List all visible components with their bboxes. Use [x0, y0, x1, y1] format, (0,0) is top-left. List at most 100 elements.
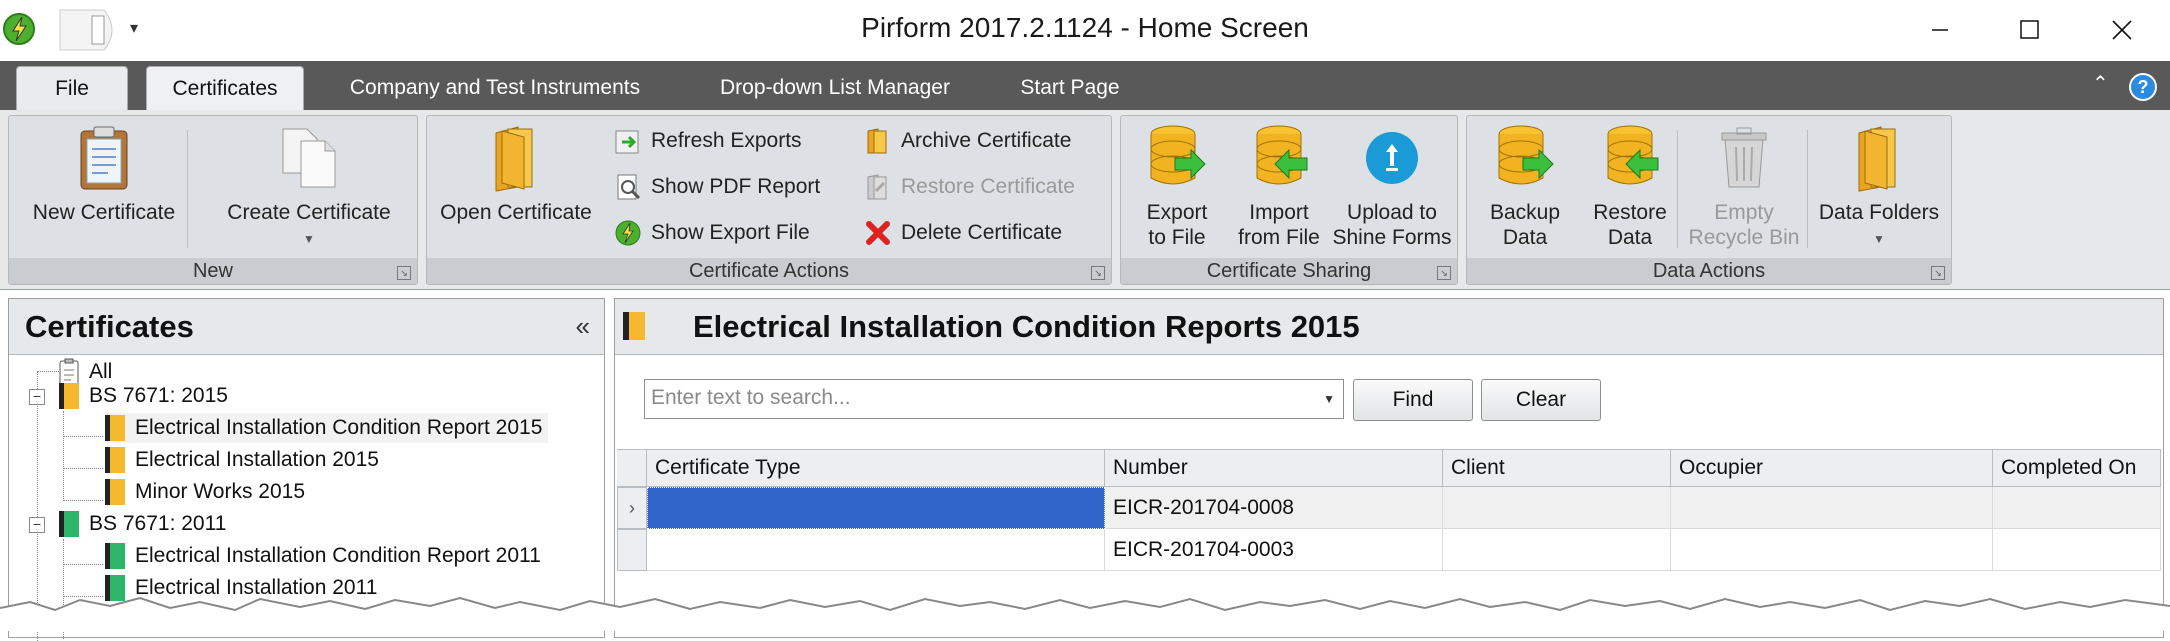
tab-file[interactable]: File — [16, 66, 128, 110]
certificates-navigation-panel: Certificates « All − BS 7671: 2015 Elect… — [8, 298, 605, 641]
column-header-number[interactable]: Number — [1105, 449, 1443, 487]
data-folders-button[interactable]: Data Folders ▼ — [1811, 122, 1947, 252]
restore-data-button[interactable]: Restore Data — [1575, 122, 1685, 250]
restore-certificate-button[interactable]: Restore Certificate — [863, 172, 1075, 202]
refresh-exports-label: Refresh Exports — [651, 129, 802, 152]
ribbon-tab-bar: File Certificates Company and Test Instr… — [0, 61, 2170, 110]
help-icon[interactable]: ? — [2128, 72, 2158, 107]
table-row-cell-client[interactable] — [1443, 529, 1671, 571]
find-button[interactable]: Find — [1353, 379, 1473, 421]
database-export-icon — [1147, 122, 1207, 194]
open-folder-icon — [486, 122, 546, 194]
empty-recycle-bin-button[interactable]: Empty Recycle Bin — [1679, 122, 1809, 250]
backup-data-button[interactable]: Backup Data — [1475, 122, 1575, 250]
maximize-button[interactable] — [2000, 8, 2060, 52]
tree-line — [63, 411, 64, 501]
show-export-file-button[interactable]: Show Export File — [613, 218, 810, 248]
tab-certificates[interactable]: Certificates — [146, 66, 304, 110]
close-button[interactable] — [2092, 8, 2152, 52]
search-input[interactable] — [645, 380, 1295, 416]
import-from-file-label: Import from File — [1238, 201, 1320, 249]
maximize-icon — [2020, 20, 2039, 39]
tree-line — [37, 371, 59, 372]
database-restore-icon — [1600, 122, 1660, 194]
tag-2015-icon — [623, 311, 645, 346]
folders-icon — [1849, 122, 1909, 194]
table-row-cell-certificate-type[interactable] — [647, 487, 1105, 529]
column-header-completed-on[interactable]: Completed On — [1993, 449, 2161, 487]
create-certificate-label: Create Certificate — [227, 201, 391, 224]
import-from-file-button[interactable]: Import from File — [1229, 122, 1329, 250]
tag-2015-icon — [105, 446, 125, 474]
table-row-cell-client[interactable] — [1443, 487, 1671, 529]
tree-item-label: Electrical Installation Condition Report… — [135, 416, 543, 439]
table-row-cell-number[interactable]: EICR-201704-0003 — [1105, 529, 1443, 571]
collapse-panel-icon[interactable]: « — [576, 311, 590, 342]
table-row-cell-occupier[interactable] — [1671, 529, 1993, 571]
tree-item-eicr-2011[interactable]: Electrical Installation Condition Report… — [105, 541, 541, 571]
search-combobox[interactable]: ▼ — [644, 379, 1344, 419]
tree-item-label: BS 7671: 2015 — [89, 384, 228, 407]
table-row-cell-completed-on[interactable] — [1993, 487, 2161, 529]
tree-expander[interactable]: − — [29, 517, 45, 533]
group-launcher-icon[interactable]: ↘ — [1091, 266, 1105, 280]
dropdown-arrow-icon: ▼ — [303, 232, 315, 246]
upload-to-shine-forms-label: Upload to Shine Forms — [1332, 201, 1452, 249]
tab-drop-down-list-manager[interactable]: Drop-down List Manager — [700, 66, 970, 110]
group-launcher-icon[interactable]: ↘ — [1437, 266, 1451, 280]
upload-to-shine-forms-button[interactable]: Upload to Shine Forms — [1327, 122, 1457, 250]
ribbon: New Certificate Create Certificate ▼ New… — [0, 110, 2170, 290]
tree-item-bs7671-2015[interactable]: BS 7671: 2015 — [59, 381, 228, 411]
tree-item-label: BS 7671: 2011 — [89, 512, 227, 535]
separator — [1677, 130, 1678, 248]
delete-certificate-label: Delete Certificate — [901, 221, 1063, 244]
tree-item-eicr-2015[interactable]: Electrical Installation Condition Report… — [105, 413, 549, 443]
magnifier-document-icon — [613, 172, 643, 202]
table-row-cell-occupier[interactable] — [1671, 487, 1993, 529]
refresh-exports-button[interactable]: Refresh Exports — [613, 126, 802, 156]
open-certificate-button[interactable]: Open Certificate — [431, 122, 601, 225]
export-to-file-button[interactable]: Export to File — [1127, 122, 1227, 250]
ribbon-group-certificate-actions: Open Certificate Refresh Exports Show PD… — [426, 115, 1112, 285]
column-header-occupier[interactable]: Occupier — [1671, 449, 1993, 487]
create-certificate-button[interactable]: Create Certificate ▼ — [209, 122, 409, 252]
svg-text:?: ? — [2138, 77, 2149, 97]
delete-certificate-button[interactable]: Delete Certificate — [863, 218, 1062, 248]
archive-certificate-button[interactable]: Archive Certificate — [863, 126, 1071, 156]
group-launcher-icon[interactable]: ↘ — [1931, 266, 1945, 280]
column-header-client[interactable]: Client — [1443, 449, 1671, 487]
ribbon-group-title: Data Actions — [1467, 258, 1951, 284]
empty-recycle-bin-label: Empty Recycle Bin — [1688, 201, 1800, 249]
table-row-cell-number[interactable]: EICR-201704-0008 — [1105, 487, 1443, 529]
bolt-icon — [613, 218, 643, 248]
collapse-ribbon-icon[interactable]: ⌃ — [2092, 71, 2109, 96]
show-pdf-report-button[interactable]: Show PDF Report — [613, 172, 820, 202]
row-header-corner — [617, 449, 647, 487]
row-selector[interactable]: › — [617, 487, 647, 529]
new-certificate-button[interactable]: New Certificate — [19, 122, 189, 225]
show-export-file-label: Show Export File — [651, 221, 810, 244]
tree-item-mw-2015[interactable]: Minor Works 2015 — [105, 477, 305, 507]
tree-expander[interactable]: − — [29, 389, 45, 405]
table-row-cell-completed-on[interactable] — [1993, 529, 2161, 571]
tab-company-and-test-instruments[interactable]: Company and Test Instruments — [330, 66, 660, 110]
separator — [1807, 130, 1808, 248]
tree-item-label: Minor Works 2015 — [135, 480, 306, 503]
ribbon-group-title: Certificate Sharing — [1121, 258, 1457, 284]
tab-start-page[interactable]: Start Page — [1000, 66, 1140, 110]
column-header-certificate-type[interactable]: Certificate Type — [647, 449, 1105, 487]
tree-item-ei-2015[interactable]: Electrical Installation 2015 — [105, 445, 379, 475]
row-selector[interactable] — [617, 529, 647, 571]
new-certificate-label: New Certificate — [32, 201, 176, 224]
tree-line — [63, 564, 103, 565]
shine-forms-icon — [1362, 122, 1422, 194]
tree-line — [63, 436, 103, 437]
minimize-button[interactable] — [1910, 8, 1970, 52]
dropdown-arrow-icon[interactable]: ▼ — [1323, 392, 1335, 406]
tree-item-bs7671-2011[interactable]: BS 7671: 2011 — [59, 509, 226, 539]
clear-button[interactable]: Clear — [1481, 379, 1601, 421]
tag-2011-icon — [59, 510, 79, 538]
export-to-file-label: Export to File — [1146, 201, 1208, 249]
group-launcher-icon[interactable]: ↘ — [397, 266, 411, 280]
table-row-cell-certificate-type[interactable] — [647, 529, 1105, 571]
